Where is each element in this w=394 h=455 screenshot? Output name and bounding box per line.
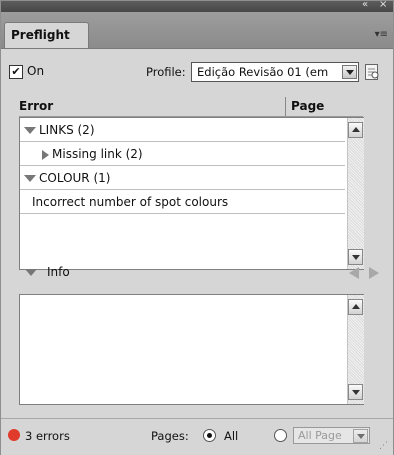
list-item-links[interactable]: LINKS (2) <box>20 118 345 142</box>
page-range-placeholder: All Page <box>298 429 342 442</box>
info-label: Info <box>47 265 70 279</box>
list-item-missing-link[interactable]: Missing link (2) <box>20 142 345 166</box>
pages-all-radio[interactable] <box>203 429 216 442</box>
profile-select[interactable]: Edição Revisão 01 (em <box>191 62 359 82</box>
column-error[interactable]: Error <box>19 99 53 113</box>
chevron-down-icon[interactable] <box>353 429 368 443</box>
tab-preflight[interactable]: Preflight <box>4 22 89 48</box>
preflight-panel: « × Preflight ▾≡ ✔ On Profile: Edição Re… <box>0 0 394 455</box>
chevron-down-icon[interactable] <box>342 65 357 79</box>
disclosure-expanded-icon[interactable] <box>24 175 36 182</box>
column-page[interactable]: Page <box>291 99 324 113</box>
info-scrollbar[interactable] <box>347 295 364 404</box>
define-profiles-icon[interactable] <box>364 63 380 81</box>
list-item-colour[interactable]: COLOUR (1) <box>20 166 345 190</box>
item-label: Missing link (2) <box>52 147 143 161</box>
info-box <box>19 294 364 405</box>
pages-all-label: All <box>224 429 239 443</box>
group-label: LINKS (2) <box>39 123 95 137</box>
item-label: Incorrect number of spot colours <box>32 195 229 209</box>
resize-grip-icon[interactable]: ⋰ <box>379 441 388 451</box>
list-item-spot-colours[interactable]: Incorrect number of spot colours <box>20 190 345 214</box>
info-expand-icon[interactable] <box>25 269 37 276</box>
tab-bar: Preflight ▾≡ <box>1 12 393 49</box>
close-icon[interactable]: × <box>379 0 387 10</box>
pages-label: Pages: <box>151 429 189 443</box>
page-range-field[interactable]: All Page <box>293 427 370 444</box>
error-list-header: Error Page <box>19 97 363 117</box>
disclosure-expanded-icon[interactable] <box>24 127 36 134</box>
panel-titlebar: « × <box>1 0 393 12</box>
panel-menu-icon[interactable]: ▾≡ <box>375 29 388 40</box>
errors-count[interactable]: 3 errors <box>25 429 70 443</box>
next-icon[interactable] <box>369 267 379 279</box>
error-list: LINKS (2) Missing link (2) COLOUR (1) In… <box>19 117 364 270</box>
on-checkbox[interactable]: ✔ <box>9 65 23 79</box>
scroll-down-icon[interactable] <box>348 384 363 400</box>
collapse-icon[interactable]: « <box>362 0 368 10</box>
profile-value: Edição Revisão 01 (em <box>197 65 329 79</box>
scroll-up-icon[interactable] <box>348 122 363 138</box>
column-divider[interactable] <box>285 97 286 116</box>
info-section-header: Info <box>1 263 393 283</box>
status-bar: 3 errors Pages: All All Page ⋰ <box>1 418 393 455</box>
scroll-up-icon[interactable] <box>348 299 363 315</box>
previous-icon[interactable] <box>349 267 359 279</box>
error-list-scrollbar[interactable] <box>347 118 364 269</box>
on-label: On <box>27 64 45 78</box>
group-label: COLOUR (1) <box>39 171 111 185</box>
pages-range-radio[interactable] <box>274 429 287 442</box>
disclosure-collapsed-icon[interactable] <box>42 149 49 160</box>
error-status-icon <box>8 429 20 441</box>
profile-label: Profile: <box>146 65 186 79</box>
